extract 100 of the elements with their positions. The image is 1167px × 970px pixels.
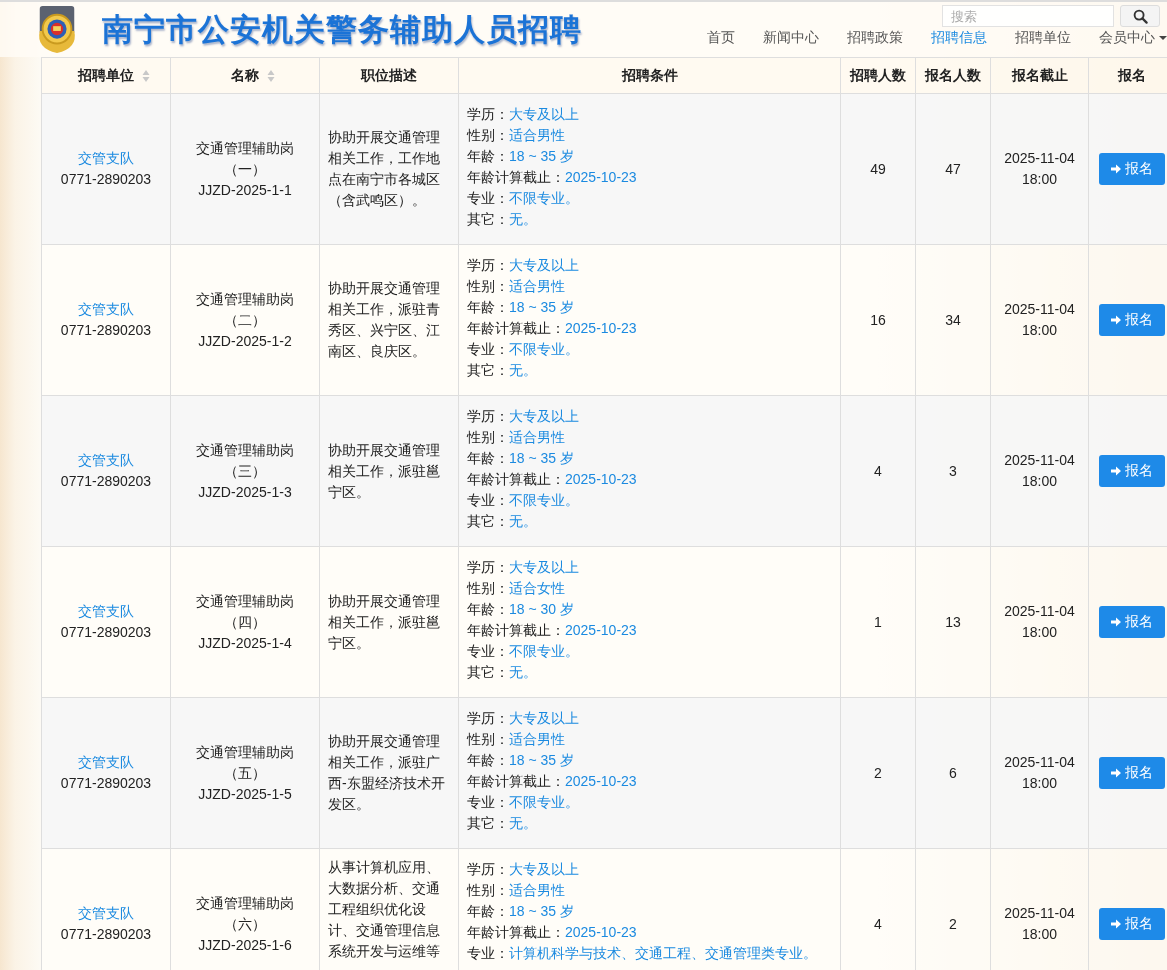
condition-label: 年龄计算截止： [467,169,565,185]
phone-number: 0771-2890203 [59,774,153,793]
condition-value: 2025-10-23 [565,622,637,638]
column-header: 招聘人数 [850,66,906,85]
condition-label: 专业： [467,492,509,508]
condition-value: 无。 [509,362,537,378]
condition-value: 2025-10-23 [565,320,637,336]
condition-label: 专业： [467,190,509,206]
condition-label: 年龄： [467,450,509,466]
applicant-count: 2 [949,915,957,932]
sort-icon[interactable] [267,68,275,83]
unit-link[interactable]: 交管支队 [43,450,169,471]
apply-button[interactable]: 报名 [1098,606,1165,638]
condition-label: 学历： [467,710,509,726]
condition-value: 2025-10-23 [565,924,637,940]
phone-number: 0771-2890203 [59,321,153,340]
condition-value: 18 ~ 30 岁 [509,601,574,617]
condition-label: 学历： [467,861,509,877]
condition-value: 大专及以上 [509,559,579,575]
condition-value: 2025-10-23 [565,169,637,185]
condition-value: 适合男性 [509,278,565,294]
nav-link[interactable]: 招聘单位 [1015,28,1071,47]
condition-value: 2025-10-23 [565,471,637,487]
job-description: 协助开展交通管理相关工作，派驻邕宁区。 [328,591,441,653]
condition-value: 不限专业。 [509,492,579,508]
apply-button[interactable]: 报名 [1098,757,1165,789]
job-number: （二） [223,310,267,330]
applicant-count: 6 [949,764,957,781]
deadline-date: 2025-11-04 [1003,904,1076,923]
quota-count: 1 [874,613,882,630]
arrow-right-icon [1110,465,1122,477]
apply-button[interactable]: 报名 [1098,153,1165,185]
applicant-count: 13 [945,613,961,630]
phone-number: 0771-2890203 [59,170,153,189]
job-description: 协助开展交通管理相关工作，工作地点在南宁市各城区（含武鸣区）。 [328,128,441,210]
condition-label: 性别： [467,429,509,445]
arrow-right-icon [1110,163,1122,175]
job-title: 交通管理辅助岗 [195,289,295,309]
condition-label: 年龄： [467,903,509,919]
nav-link[interactable]: 招聘政策 [847,28,903,47]
condition-label: 年龄： [467,601,509,617]
condition-label: 其它： [467,664,509,680]
unit-link[interactable]: 交管支队 [43,601,169,622]
unit-link[interactable]: 交管支队 [43,752,169,773]
deadline-time: 18:00 [1020,472,1058,491]
job-title: 交通管理辅助岗 [195,742,295,762]
job-description: 协助开展交通管理相关工作，派驻广西-东盟经济技术开发区。 [328,732,446,814]
condition-value: 18 ~ 35 岁 [509,148,574,164]
quota-count: 16 [870,311,886,328]
condition-label: 学历： [467,106,509,122]
column-header: 报名人数 [925,66,981,85]
search-field[interactable]: 搜索 [942,5,1114,27]
nav-link[interactable]: 首页 [707,28,735,47]
unit-link[interactable]: 交管支队 [43,299,169,320]
condition-value: 不限专业。 [509,341,579,357]
job-code: JJZD-2025-1-3 [197,482,293,502]
condition-label: 年龄： [467,148,509,164]
job-code: JJZD-2025-1-1 [197,180,293,200]
condition-value: 大专及以上 [509,257,579,273]
caret-icon [1159,35,1167,40]
phone-number: 0771-2890203 [59,472,153,491]
unit-link[interactable]: 交管支队 [43,148,169,169]
arrow-right-icon [1110,918,1122,930]
condition-value: 18 ~ 35 岁 [509,752,574,768]
condition-label: 其它： [467,815,509,831]
job-title: 交通管理辅助岗 [195,893,295,913]
nav-link[interactable]: 会员中心 [1099,28,1167,47]
condition-label: 学历： [467,257,509,273]
condition-value: 无。 [509,513,537,529]
condition-label: 年龄计算截止： [467,622,565,638]
deadline-date: 2025-11-04 [1003,300,1076,319]
condition-value: 不限专业。 [509,643,579,659]
column-header: 报名 [1117,66,1146,85]
apply-button[interactable]: 报名 [1098,908,1165,940]
applicant-count: 3 [949,462,957,479]
condition-value: 适合男性 [509,127,565,143]
apply-button[interactable]: 报名 [1098,455,1165,487]
arrow-right-icon [1110,616,1122,628]
condition-label: 其它： [467,211,509,227]
sort-icon[interactable] [142,68,150,83]
phone-number: 0771-2890203 [59,925,153,944]
arrow-right-icon [1110,314,1122,326]
nav-link[interactable]: 招聘信息 [931,28,987,47]
applicant-count: 34 [945,311,961,328]
arrow-right-icon [1110,767,1122,779]
search-button[interactable] [1120,5,1160,27]
job-number: （四） [223,612,267,632]
deadline-date: 2025-11-04 [1003,753,1076,772]
condition-label: 性别： [467,127,509,143]
condition-value: 18 ~ 35 岁 [509,299,574,315]
apply-button[interactable]: 报名 [1098,304,1165,336]
nav-link[interactable]: 新闻中心 [763,28,819,47]
condition-value: 无。 [509,211,537,227]
condition-value: 不限专业。 [509,190,579,206]
job-code: JJZD-2025-1-5 [197,784,293,804]
site-title: 南宁市公安机关警务辅助人员招聘 [102,10,582,49]
unit-link[interactable]: 交管支队 [43,903,169,924]
condition-label: 专业： [467,945,509,961]
condition-label: 性别： [467,580,509,596]
deadline-time: 18:00 [1020,321,1058,340]
